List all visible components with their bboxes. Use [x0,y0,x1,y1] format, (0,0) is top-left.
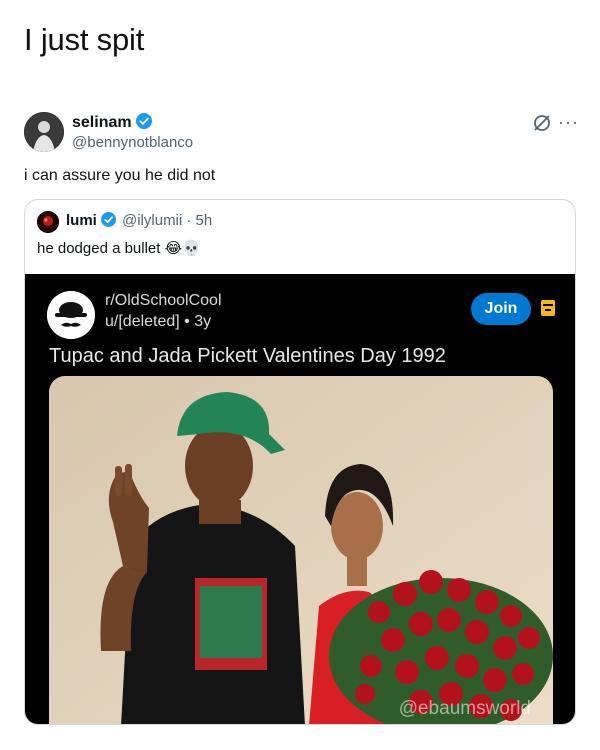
verified-badge-icon [135,113,152,134]
author-avatar[interactable] [24,112,64,152]
meme-caption: I just spit [24,22,145,57]
quoted-tweet[interactable]: lumi @ilylumii · 5h he dodged a bullet 😂… [24,199,576,725]
quote-avatar[interactable] [37,211,59,233]
quote-meta: @ilylumii · 5h [122,212,213,229]
reddit-screenshot: r/OldSchoolCool u/[deleted] • 3y Join Tu… [25,274,575,724]
grok-icon[interactable] [532,113,552,133]
tweet-text: i can assure you he did not [24,167,216,184]
reddit-user-time: u/[deleted] • 3y [105,313,212,330]
photo-watermark: @ebaumsworld [398,698,531,719]
archive-icon[interactable] [540,299,556,317]
subreddit-icon[interactable] [47,291,95,339]
post-photo: @ebaumsworld [49,376,553,724]
subreddit-name[interactable]: r/OldSchoolCool [105,292,222,310]
quote-author-name[interactable]: lumi [66,212,116,231]
author-name[interactable]: selinam [72,113,152,134]
reddit-post-title: Tupac and Jada Pickett Valentines Day 19… [49,345,446,367]
quote-text: he dodged a bullet 😂💀 [37,240,201,257]
author-name-text[interactable]: selinam [72,114,132,131]
more-icon[interactable]: ··· [558,112,579,133]
author-handle[interactable]: @bennynotblanco [72,134,193,151]
join-button[interactable]: Join [471,293,531,325]
verified-badge-icon [100,212,116,231]
quote-author-name-text[interactable]: lumi [66,212,97,229]
